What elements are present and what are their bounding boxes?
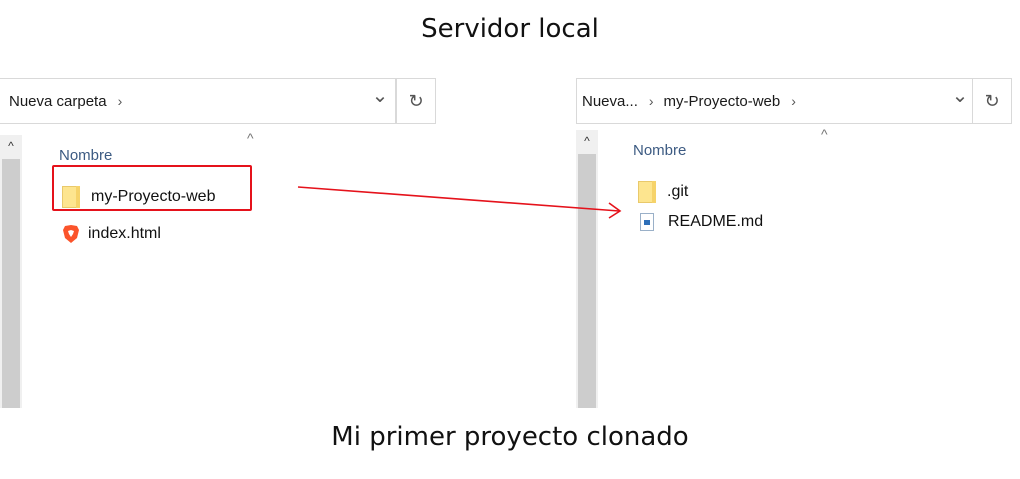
bottom-caption: Mi primer proyecto clonado — [331, 422, 689, 452]
annotation-arrow — [297, 186, 622, 219]
